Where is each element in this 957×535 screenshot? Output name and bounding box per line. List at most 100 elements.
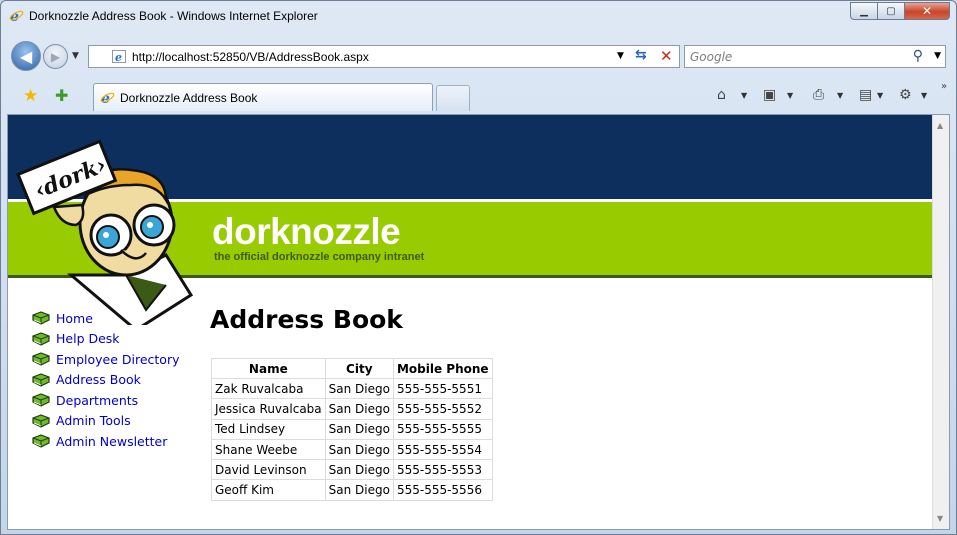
table-cell: 555-555-5552 — [392, 398, 493, 420]
add-favorites-icon[interactable]: ✚ — [55, 86, 68, 105]
feeds-dropdown-icon[interactable]: ▼ — [787, 91, 793, 100]
menu-item-address-book[interactable]: Address Book — [32, 370, 180, 391]
forward-button[interactable]: ▶ — [43, 44, 68, 69]
favorites-star-icon[interactable]: ★ — [23, 86, 38, 106]
feeds-icon[interactable]: ▣ — [763, 87, 776, 103]
menu-link[interactable]: Departments — [56, 393, 138, 408]
back-button[interactable]: ◀ — [11, 41, 41, 71]
address-dropdown-icon[interactable]: ▼ — [617, 51, 624, 61]
vertical-scrollbar[interactable]: ▲ ▼ — [932, 115, 949, 529]
navigation-bar: ◀ ▶ ▼ e http://localhost:52850/VB/Addres… — [1, 33, 956, 77]
table-cell: 555-555-5554 — [392, 438, 493, 461]
print-dropdown-icon[interactable]: ▼ — [837, 91, 843, 100]
menu-link[interactable]: Admin Tools — [56, 413, 131, 428]
table-cell: 555-555-5555 — [392, 418, 493, 440]
table-cell: San Diego — [324, 398, 394, 420]
table-cell: San Diego — [324, 459, 394, 481]
scroll-up-icon[interactable]: ▲ — [937, 121, 943, 130]
tab-label: Dorknozzle Address Book — [120, 91, 258, 105]
table-cell: Zak Ruvalcaba — [211, 377, 326, 400]
close-icon: ✕ — [921, 4, 933, 18]
page-menu-icon[interactable]: ▤ — [859, 87, 872, 103]
ie-tab-icon: e — [100, 91, 115, 105]
tools-gear-icon[interactable]: ⚙ — [899, 87, 912, 103]
tab-address-book[interactable]: e Dorknozzle Address Book — [93, 83, 433, 111]
tab-bar: ★ ✚ e Dorknozzle Address Book ⌂ ▼ ▣ ▼ ⎙ … — [1, 79, 956, 113]
page-title: Address Book — [210, 305, 403, 334]
site-tagline: the official dorknozzle company intranet — [214, 251, 425, 263]
site-menu: Home Help Desk Employee Directory Address B… — [32, 308, 180, 452]
menu-item-help-desk[interactable]: Help Desk — [32, 329, 180, 350]
refresh-icon[interactable]: ⇆ — [635, 47, 647, 63]
table-cell: 555-555-5551 — [392, 377, 493, 400]
table-cell: San Diego — [324, 438, 394, 461]
green-book-icon — [32, 434, 50, 448]
table-row: David Levinson San Diego 555-555-5553 — [211, 459, 493, 481]
close-button[interactable]: ✕ — [904, 2, 950, 20]
table-cell: Shane Weebe — [211, 438, 326, 461]
address-bar[interactable]: e http://localhost:52850/VB/AddressBook.… — [88, 45, 680, 68]
green-book-icon — [32, 352, 50, 366]
address-book-table: Name City Mobile Phone Zak Ruvalcaba San Di… — [211, 358, 493, 501]
table-cell: Ted Lindsey — [211, 418, 326, 440]
menu-link[interactable]: Help Desk — [56, 331, 120, 346]
column-header: Name — [211, 358, 326, 379]
table-cell: 555-555-5556 — [392, 479, 493, 501]
window-title: Dorknozzle Address Book - Windows Intern… — [29, 9, 318, 23]
print-icon[interactable]: ⎙ — [813, 87, 824, 103]
new-tab-button[interactable] — [436, 85, 470, 111]
green-book-icon — [32, 332, 50, 346]
menu-item-departments[interactable]: Departments — [32, 390, 180, 411]
browser-window: e Dorknozzle Address Book - Windows Inte… — [0, 0, 957, 535]
green-book-icon — [32, 414, 50, 428]
green-book-icon — [32, 393, 50, 407]
table-cell: Jessica Ruvalcaba — [211, 398, 326, 420]
menu-link[interactable]: Employee Directory — [56, 352, 180, 367]
svg-text:e: e — [115, 51, 122, 63]
green-book-icon — [32, 311, 50, 325]
search-icon[interactable]: ⚲ — [913, 48, 923, 64]
table-cell: David Levinson — [211, 459, 326, 481]
table-cell: Geoff Kim — [211, 479, 326, 501]
stop-icon[interactable]: ✕ — [660, 47, 673, 65]
window-controls: ▁ ▢ ✕ — [850, 2, 950, 20]
back-arrow-icon: ◀ — [19, 46, 33, 66]
page-viewport: dorknozzle the official dorknozzle compa… — [7, 114, 950, 530]
menu-item-employee-directory[interactable]: Employee Directory — [32, 349, 180, 370]
menu-item-admin-newsletter[interactable]: Admin Newsletter — [32, 431, 180, 452]
table-row: Shane Weebe San Diego 555-555-5554 — [211, 438, 493, 461]
maximize-button[interactable]: ▢ — [877, 2, 904, 20]
table-cell: San Diego — [324, 418, 394, 440]
ie-logo-icon: e — [9, 9, 24, 23]
menu-item-home[interactable]: Home — [32, 308, 180, 329]
site-brand: dorknozzle — [212, 211, 401, 252]
table-row: Jessica Ruvalcaba San Diego 555-555-5552 — [211, 398, 493, 420]
ie-page-icon: e — [112, 50, 126, 63]
table-cell: 555-555-5553 — [392, 459, 493, 481]
green-book-icon — [32, 373, 50, 387]
more-commands-icon[interactable]: » — [941, 81, 947, 92]
home-icon[interactable]: ⌂ — [717, 87, 726, 103]
column-header: Mobile Phone — [392, 358, 493, 379]
table-row: Ted Lindsey San Diego 555-555-5555 — [211, 418, 493, 440]
search-box[interactable]: Google ⚲ ▼ — [684, 45, 946, 68]
table-cell: San Diego — [324, 479, 394, 501]
menu-link[interactable]: Home — [56, 311, 93, 326]
recent-pages-dropdown[interactable]: ▼ — [72, 51, 79, 61]
tools-dropdown-icon[interactable]: ▼ — [921, 91, 927, 100]
menu-link[interactable]: Admin Newsletter — [56, 434, 167, 449]
column-header: City — [324, 358, 394, 379]
scroll-down-icon[interactable]: ▼ — [937, 514, 943, 523]
menu-item-admin-tools[interactable]: Admin Tools — [32, 411, 180, 432]
search-input[interactable]: Google — [690, 50, 732, 64]
table-header-row: Name City Mobile Phone — [211, 358, 493, 379]
minimize-button[interactable]: ▁ — [850, 2, 877, 20]
menu-link[interactable]: Address Book — [56, 372, 141, 387]
home-dropdown-icon[interactable]: ▼ — [741, 91, 747, 100]
address-url[interactable]: http://localhost:52850/VB/AddressBook.as… — [132, 50, 369, 64]
maximize-icon: ▢ — [886, 5, 896, 17]
search-options-dropdown[interactable]: ▼ — [934, 51, 941, 61]
table-row: Zak Ruvalcaba San Diego 555-555-5551 — [211, 377, 493, 400]
page-dropdown-icon[interactable]: ▼ — [877, 91, 883, 100]
forward-arrow-icon: ▶ — [50, 49, 61, 64]
